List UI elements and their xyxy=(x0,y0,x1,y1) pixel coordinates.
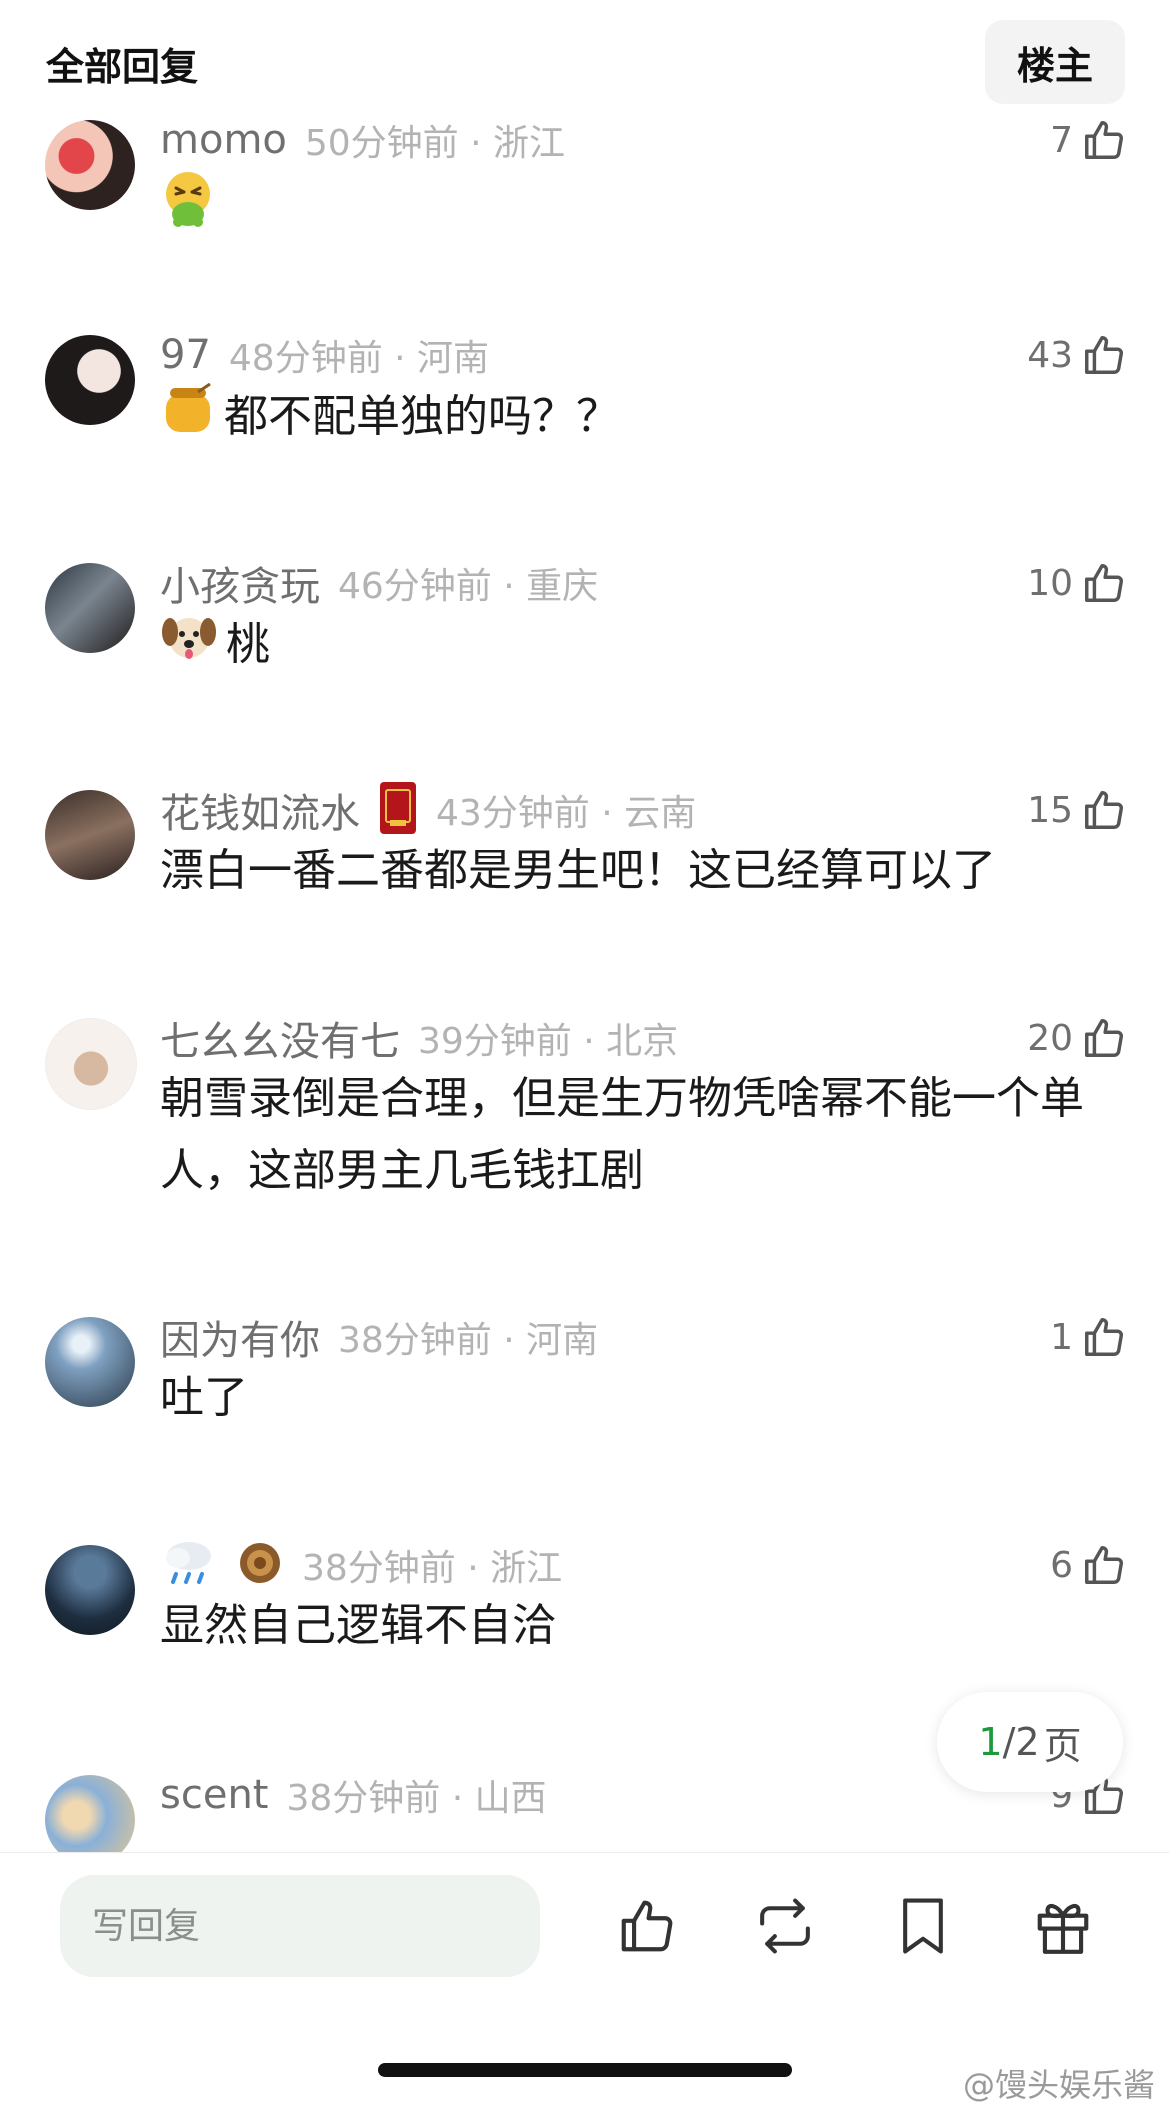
owner-filter-button[interactable]: 楼主 xyxy=(985,20,1125,104)
dog-face-emoji xyxy=(160,608,218,686)
current-page: 1 xyxy=(978,1720,1003,1764)
timestamp: 43分钟前 · 云南 xyxy=(436,793,697,834)
timestamp: 46分钟前 · 重庆 xyxy=(338,566,599,607)
comment-text: 吐了 xyxy=(160,1372,248,1423)
like-button[interactable]: 10 xyxy=(1027,553,1127,613)
like-count: 15 xyxy=(1027,789,1073,831)
comment-list: momo 50分钟前 · 浙江 7 97 48分钟前 · 河南 43 都不配单独… xyxy=(0,0,1169,1852)
like-button[interactable]: 15 xyxy=(1027,780,1127,840)
username[interactable]: 97 xyxy=(160,332,211,378)
like-button[interactable]: 43 xyxy=(1027,325,1127,385)
username[interactable]: scent xyxy=(160,1772,268,1818)
thumbs-up-icon xyxy=(1081,787,1127,833)
username[interactable]: 七幺幺没有七 xyxy=(160,1009,400,1067)
like-button[interactable]: 1 xyxy=(1050,1307,1127,1367)
medal-badge-icon xyxy=(236,1539,284,1591)
thumbs-up-icon xyxy=(1081,1314,1127,1360)
timestamp: 48分钟前 · 河南 xyxy=(228,338,490,379)
bookmark-icon xyxy=(895,1895,951,1961)
like-count: 43 xyxy=(1027,334,1073,376)
top-header: 全部回复 楼主 xyxy=(0,0,1169,120)
comment-text: 朝雪录倒是合理，但是生万物凭啥幂不能一个单人，这部男主几毛钱扛剧 xyxy=(160,1073,1084,1196)
thumbs-up-icon xyxy=(1081,560,1127,606)
red-book-badge-icon xyxy=(378,780,418,840)
comment-text: 都不配单独的吗？？ xyxy=(160,380,1100,458)
watermark: @馒头娱乐酱 xyxy=(962,2066,1155,2104)
vomiting-face-emoji xyxy=(160,170,216,252)
thumbs-up-icon xyxy=(1081,117,1127,163)
thumbs-up-icon xyxy=(1081,1542,1127,1588)
repost-icon xyxy=(752,1895,818,1961)
username[interactable]: momo xyxy=(160,117,287,163)
timestamp: 50分钟前 · 浙江 xyxy=(304,123,566,164)
thumbs-up-icon xyxy=(1081,1015,1127,1061)
avatar[interactable] xyxy=(45,563,135,653)
repost-button[interactable] xyxy=(750,1893,820,1963)
avatar[interactable] xyxy=(45,1317,135,1407)
avatar[interactable] xyxy=(45,1775,135,1852)
comment-text: 漂白一番二番都是男生吧！这已经算可以了 xyxy=(160,845,996,896)
avatar[interactable] xyxy=(45,1545,135,1635)
page-unit: 页 xyxy=(1043,1723,1082,1768)
home-indicator xyxy=(378,2063,792,2077)
honey-pot-emoji xyxy=(160,380,216,458)
timestamp: 38分钟前 · 河南 xyxy=(338,1320,599,1361)
like-button[interactable]: 20 xyxy=(1027,1008,1127,1068)
like-count: 7 xyxy=(1050,119,1073,161)
thumbs-up-icon xyxy=(616,1895,678,1961)
reply-input[interactable] xyxy=(60,1875,540,1977)
avatar[interactable] xyxy=(45,1018,137,1110)
like-count: 6 xyxy=(1050,1544,1073,1586)
username[interactable]: 因为有你 xyxy=(160,1308,320,1366)
bookmark-button[interactable] xyxy=(888,1893,958,1963)
gift-button[interactable] xyxy=(1028,1893,1098,1963)
page-indicator[interactable]: 1 /2 页 xyxy=(937,1692,1123,1792)
timestamp: 38分钟前 · 山西 xyxy=(286,1778,547,1819)
like-count: 1 xyxy=(1050,1316,1073,1358)
timestamp: 38分钟前 · 浙江 xyxy=(302,1548,563,1589)
like-count: 10 xyxy=(1027,562,1073,604)
like-post-button[interactable] xyxy=(612,1893,682,1963)
username[interactable]: 花钱如流水 xyxy=(160,781,360,839)
username[interactable]: 小孩贪玩 xyxy=(160,554,320,612)
comment-text xyxy=(160,170,1100,252)
gift-icon xyxy=(1032,1895,1094,1961)
avatar[interactable] xyxy=(45,790,135,880)
like-button[interactable]: 6 xyxy=(1050,1535,1127,1595)
page-title: 全部回复 xyxy=(46,45,199,89)
like-count: 20 xyxy=(1027,1017,1073,1059)
rain-cloud-icon xyxy=(160,1536,218,1594)
avatar[interactable] xyxy=(45,335,135,425)
comment-text: 桃 xyxy=(160,608,1100,686)
timestamp: 39分钟前 · 北京 xyxy=(418,1021,679,1062)
comment-text: 显然自己逻辑不自洽 xyxy=(160,1600,556,1651)
thumbs-up-icon xyxy=(1081,332,1127,378)
total-pages: /2 xyxy=(1002,1720,1040,1764)
avatar[interactable] xyxy=(45,120,135,210)
